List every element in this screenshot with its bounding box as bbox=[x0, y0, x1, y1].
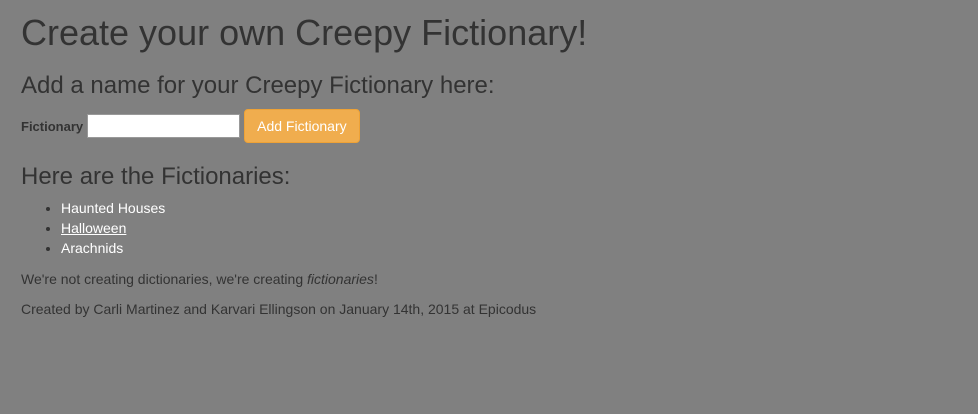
fictionary-link-haunted-houses[interactable]: Haunted Houses bbox=[61, 200, 165, 216]
add-fictionary-form: Fictionary Add Fictionary bbox=[21, 109, 958, 143]
tagline-emphasis: fictionaries bbox=[307, 271, 374, 287]
fictionary-label: Fictionary bbox=[21, 118, 84, 134]
fictionary-link-arachnids[interactable]: Arachnids bbox=[61, 240, 123, 256]
list-item: Halloween bbox=[61, 218, 958, 238]
list-item: Haunted Houses bbox=[61, 198, 958, 218]
fictionary-name-input[interactable] bbox=[87, 114, 241, 138]
tagline: We're not creating dictionaries, we're c… bbox=[21, 269, 958, 289]
fictionary-list: Haunted Houses Halloween Arachnids bbox=[21, 198, 958, 258]
tagline-suffix: ! bbox=[373, 271, 378, 287]
credits: Created by Carli Martinez and Karvari El… bbox=[21, 301, 537, 317]
add-fictionary-button[interactable]: Add Fictionary bbox=[244, 109, 360, 143]
fictionaries-heading: Here are the Fictionaries: bbox=[21, 163, 291, 190]
page-container: Create your own Creepy Fictionary! Add a… bbox=[21, 12, 958, 319]
fictionary-link-halloween[interactable]: Halloween bbox=[61, 220, 126, 236]
page-title: Create your own Creepy Fictionary! bbox=[21, 12, 588, 53]
tagline-prefix: We're not creating dictionaries, we're c… bbox=[21, 271, 308, 287]
form-heading: Add a name for your Creepy Fictionary he… bbox=[21, 72, 495, 99]
list-item: Arachnids bbox=[61, 238, 958, 258]
